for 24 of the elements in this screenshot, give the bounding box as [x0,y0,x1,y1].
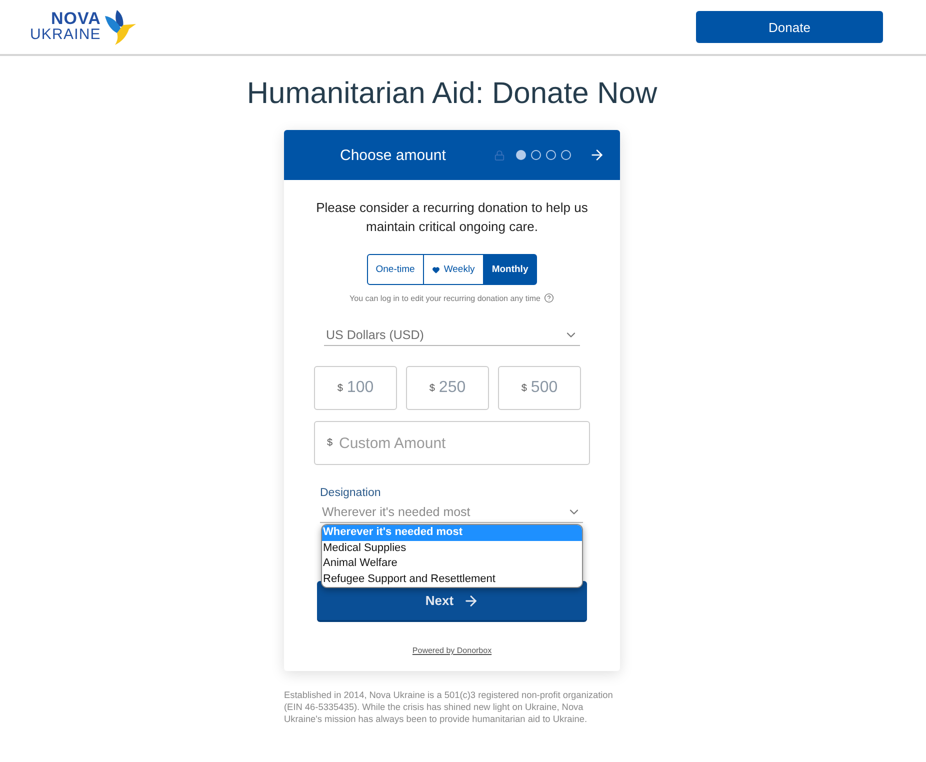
amount-button[interactable]: $ 100 [314,366,397,410]
designation-label: Designation [320,487,381,499]
recurring-hint: You can log in to edit your recurring donation any time [350,294,540,302]
dropdown-option[interactable]: Refugee Support and Resettlement [322,572,582,587]
lock-icon [494,150,505,160]
logo-wordmark[interactable]: NOVA UKRAINE [30,11,101,43]
frequency-tab[interactable]: One-time [366,254,424,285]
currency-select[interactable]: US Dollars (USD) [324,325,580,346]
page-title: Humanitarian Aid: Donate Now [246,76,658,112]
dropdown-option[interactable]: Medical Supplies [322,540,582,556]
amount-button[interactable]: $ 500 [498,366,581,410]
step-title: Choose amount [340,146,447,164]
amount-button[interactable]: $ 250 [406,366,489,410]
recurring-message: Please consider a recurring donation to help us maintain critical ongoing care. [316,199,588,236]
footer-text: Established in 2014, Nova Ukraine is a 501(c)3 registered non-profit organization (EIN 46-5335435). While the crisis has shined new light on Ukraine, Nova Ukraine's mission has always been to provide humanitarian aid to Ukraine. [284,689,614,725]
dropdown-option[interactable]: Animal Welfare [322,556,582,572]
frequency-tab[interactable]: Monthly [482,254,538,285]
bird-logo-icon [104,9,136,45]
frequency-tab[interactable]: Weekly [422,254,484,285]
arrow-right-icon [462,592,479,608]
donate-button[interactable]: Donate [696,11,883,43]
help-icon[interactable] [544,293,554,303]
currency-symbol: $ [327,438,333,448]
powered-by-link[interactable]: Powered by Donorbox [412,646,492,655]
